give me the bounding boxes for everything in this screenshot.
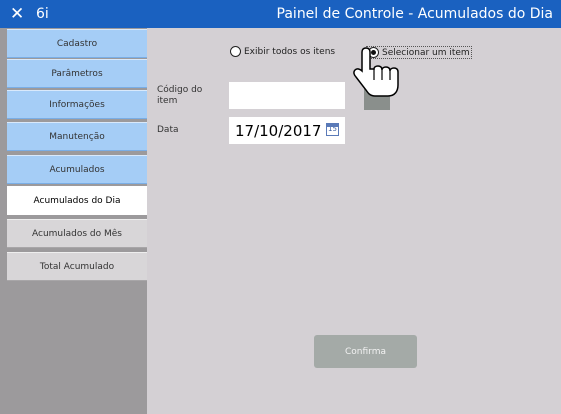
sidebar-item-acumulados-do-mes[interactable]: Acumulados do Mês — [7, 219, 147, 248]
calendar-day: 15 — [328, 125, 337, 133]
calendar-icon[interactable]: 15 — [326, 123, 339, 136]
code-label: Código do item — [157, 85, 203, 106]
sidebar-item-acumulados[interactable]: Acumulados — [7, 155, 147, 184]
title-bar: ✕ 6i Painel de Controle - Acumulados do … — [0, 0, 561, 28]
sidebar-item-cadastro[interactable]: Cadastro — [7, 29, 147, 58]
sidebar-item-parametros[interactable]: Parâmetros — [7, 59, 147, 88]
sidebar-item-manutencao[interactable]: Manutenção — [7, 122, 147, 151]
sidebar-item-label: Manutenção — [49, 131, 105, 142]
sidebar: Cadastro Parâmetros Informações Manutenç… — [0, 28, 147, 414]
radio-show-all-dot[interactable] — [230, 46, 241, 57]
date-value: 17/10/2017 — [235, 122, 322, 140]
sidebar-item-label: Acumulados — [49, 164, 105, 175]
sidebar-item-label: Acumulados do Dia — [33, 195, 121, 206]
radio-show-all-label: Exibir todos os itens — [244, 46, 336, 57]
window-title: Painel de Controle - Acumulados do Dia — [276, 6, 553, 22]
date-label: Data — [157, 125, 179, 135]
sidebar-item-label: Informações — [49, 99, 105, 110]
sidebar-item-label: Total Acumulado — [39, 261, 115, 272]
sidebar-item-label: Parâmetros — [51, 68, 103, 79]
main-panel: Exibir todos os itens Selecionar um item… — [147, 28, 561, 414]
date-field[interactable]: 17/10/2017 15 — [229, 117, 345, 144]
hand-pointer-icon — [353, 47, 399, 97]
code-input[interactable] — [229, 82, 345, 109]
confirm-button[interactable]: Confirma — [314, 335, 417, 368]
sidebar-item-total-acumulado[interactable]: Total Acumulado — [7, 252, 147, 281]
sidebar-item-acumulados-do-dia[interactable]: Acumulados do Dia — [7, 186, 147, 215]
sidebar-item-informacoes[interactable]: Informações — [7, 90, 147, 119]
radio-show-all[interactable]: Exibir todos os itens — [230, 46, 335, 57]
confirm-button-label: Confirma — [345, 346, 386, 357]
app-name: 6i — [36, 6, 49, 22]
sidebar-item-label: Cadastro — [56, 38, 98, 49]
sidebar-item-label: Acumulados do Mês — [32, 228, 122, 239]
close-icon[interactable]: ✕ — [10, 4, 24, 24]
